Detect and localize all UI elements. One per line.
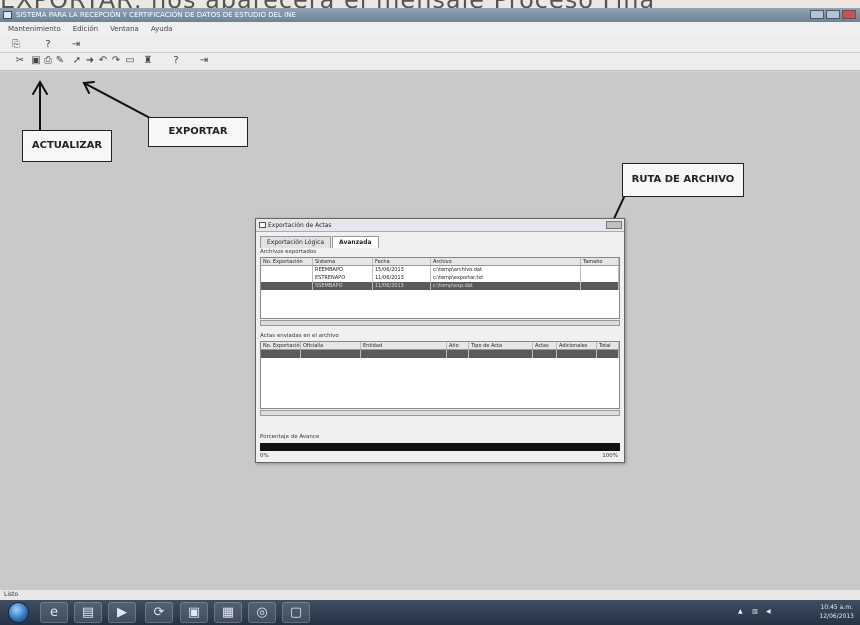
grid2-horizontal-scrollbar[interactable] bbox=[260, 410, 620, 416]
cell-archivo: c:\temp\exportar.txt bbox=[431, 274, 581, 282]
cell-tamano bbox=[581, 282, 619, 290]
group-label-archivos: Archivos exportados bbox=[260, 249, 317, 255]
column-header[interactable]: Fecha bbox=[373, 258, 431, 265]
clock[interactable]: 10:45 a.m. 12/06/2013 bbox=[819, 603, 854, 621]
progress-label: Porcentaje de Avance bbox=[260, 434, 320, 440]
start-button[interactable] bbox=[8, 602, 29, 623]
cell-fecha: 15/06/2013 bbox=[373, 266, 431, 274]
column-header[interactable]: Entidad bbox=[361, 342, 447, 349]
clock-date: 12/06/2013 bbox=[819, 613, 854, 620]
cell-tamano bbox=[581, 274, 619, 282]
arrow-exportar bbox=[85, 83, 151, 119]
export-dialog: Exportación de Actas Exportación Lógica … bbox=[255, 218, 625, 463]
tab-exportacion-logica[interactable]: Exportación Lógica bbox=[260, 236, 332, 248]
table-row-selected[interactable]: SSEMBAPO 11/06/2013 c:\temp\exp.dat bbox=[261, 282, 619, 290]
internet-explorer-icon[interactable]: e bbox=[40, 602, 68, 623]
progress-bar bbox=[260, 443, 620, 451]
table-row[interactable]: ESTRENAPO 11/06/2013 c:\temp\exportar.tx… bbox=[261, 274, 619, 282]
column-header[interactable]: Año bbox=[447, 342, 469, 349]
progress-min-label: 0% bbox=[260, 453, 269, 459]
group-label-actas: Actas enviadas en el archivo bbox=[260, 333, 339, 339]
dialog-titlebar: Exportación de Actas bbox=[256, 219, 624, 232]
sent-records-grid: No. Exportación Oficialía Entidad Año Ti… bbox=[260, 341, 620, 409]
callout-exportar: EXPORTAR bbox=[148, 117, 248, 147]
column-header[interactable]: No. Exportación bbox=[261, 258, 313, 265]
callout-ruta-archivo: RUTA DE ARCHIVO bbox=[622, 163, 744, 197]
cell-sistema: SSEMBAPO bbox=[313, 282, 373, 290]
grid1-horizontal-scrollbar[interactable] bbox=[260, 320, 620, 326]
cell-archivo: c:\temp\exp.dat bbox=[431, 282, 581, 290]
cell-fecha: 11/06/2013 bbox=[373, 274, 431, 282]
table-row-selected[interactable] bbox=[261, 350, 619, 358]
column-header[interactable]: Archivo bbox=[431, 258, 581, 265]
app-icon[interactable]: ⟳ bbox=[145, 602, 173, 623]
dialog-tabs: Exportación Lógica Avanzada bbox=[260, 236, 380, 248]
dialog-app-icon bbox=[259, 222, 266, 228]
table-row[interactable]: REEMBAPO 15/06/2013 c:\temp\archivo.dat bbox=[261, 266, 619, 274]
clock-time: 10:45 a.m. bbox=[820, 604, 853, 611]
dialog-close-button[interactable] bbox=[606, 221, 622, 229]
taskbar: e ▤ ▶ ⟳ ▣ ▦ ◎ ▢ ▲ ▥ ◀ 10:45 a.m. 12/06/2… bbox=[0, 600, 860, 625]
folder-icon[interactable]: ▤ bbox=[74, 602, 102, 623]
console-icon[interactable]: ▣ bbox=[180, 602, 208, 623]
cell-fecha: 11/06/2013 bbox=[373, 282, 431, 290]
column-header[interactable]: Total bbox=[597, 342, 619, 349]
column-header[interactable]: Tamaño bbox=[581, 258, 619, 265]
status-bar: Listo bbox=[0, 590, 860, 600]
exported-files-grid: No. Exportación Sistema Fecha Archivo Ta… bbox=[260, 257, 620, 319]
column-header[interactable]: Actas bbox=[533, 342, 557, 349]
tray-arrow-icon[interactable]: ▲ bbox=[738, 608, 743, 615]
running-app-icon[interactable]: ▢ bbox=[282, 602, 310, 623]
column-header[interactable]: Adicionales bbox=[557, 342, 597, 349]
grid-header: No. Exportación Sistema Fecha Archivo Ta… bbox=[261, 258, 619, 266]
status-text: Listo bbox=[4, 591, 19, 598]
progress-max-label: 100% bbox=[602, 453, 618, 459]
column-header[interactable]: Sistema bbox=[313, 258, 373, 265]
dialog-title: Exportación de Actas bbox=[268, 222, 332, 229]
media-player-icon[interactable]: ▶ bbox=[108, 602, 136, 623]
disk-icon[interactable]: ◎ bbox=[248, 602, 276, 623]
cell-tamano bbox=[581, 266, 619, 274]
column-header[interactable]: Tipo de Acta bbox=[469, 342, 533, 349]
cell-sistema: ESTRENAPO bbox=[313, 274, 373, 282]
cell-sistema: REEMBAPO bbox=[313, 266, 373, 274]
network-icon[interactable]: ▥ bbox=[752, 608, 758, 615]
tab-avanzada[interactable]: Avanzada bbox=[332, 236, 379, 248]
volume-icon[interactable]: ◀ bbox=[766, 608, 771, 615]
cell-archivo: c:\temp\archivo.dat bbox=[431, 266, 581, 274]
system-tray: ▲ ▥ ◀ 10:45 a.m. 12/06/2013 bbox=[736, 603, 856, 622]
grid-header: No. Exportación Oficialía Entidad Año Ti… bbox=[261, 342, 619, 350]
column-header[interactable]: Oficialía bbox=[301, 342, 361, 349]
callout-actualizar: ACTUALIZAR bbox=[22, 130, 112, 162]
column-header[interactable]: No. Exportación bbox=[261, 342, 301, 349]
document-icon[interactable]: ▦ bbox=[214, 602, 242, 623]
